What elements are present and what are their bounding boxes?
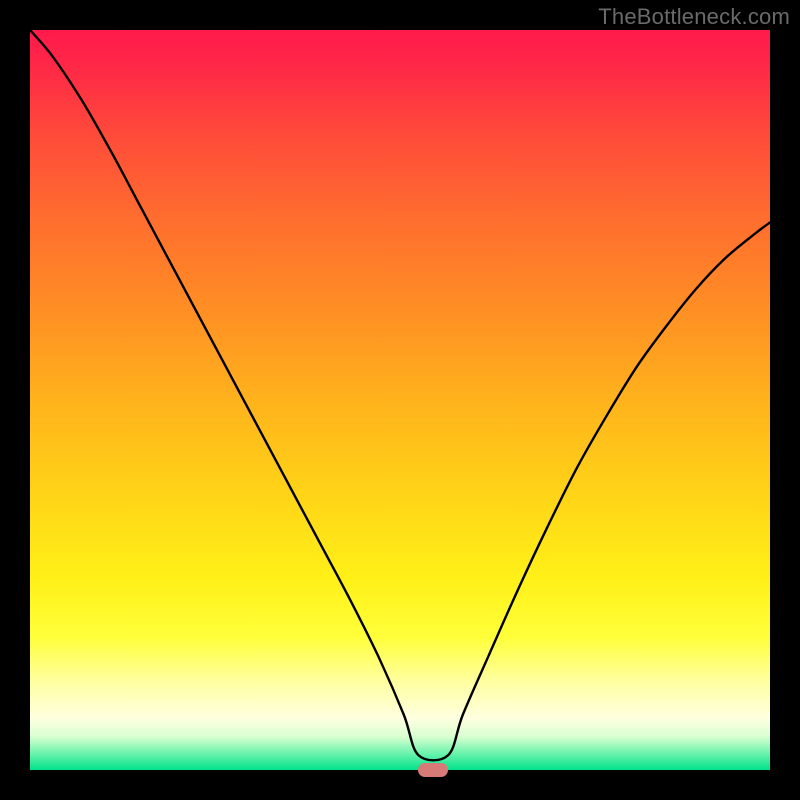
chart-frame: TheBottleneck.com <box>0 0 800 800</box>
bottleneck-minimum-marker <box>418 763 448 777</box>
plot-area <box>30 30 770 770</box>
watermark-text: TheBottleneck.com <box>598 4 790 30</box>
